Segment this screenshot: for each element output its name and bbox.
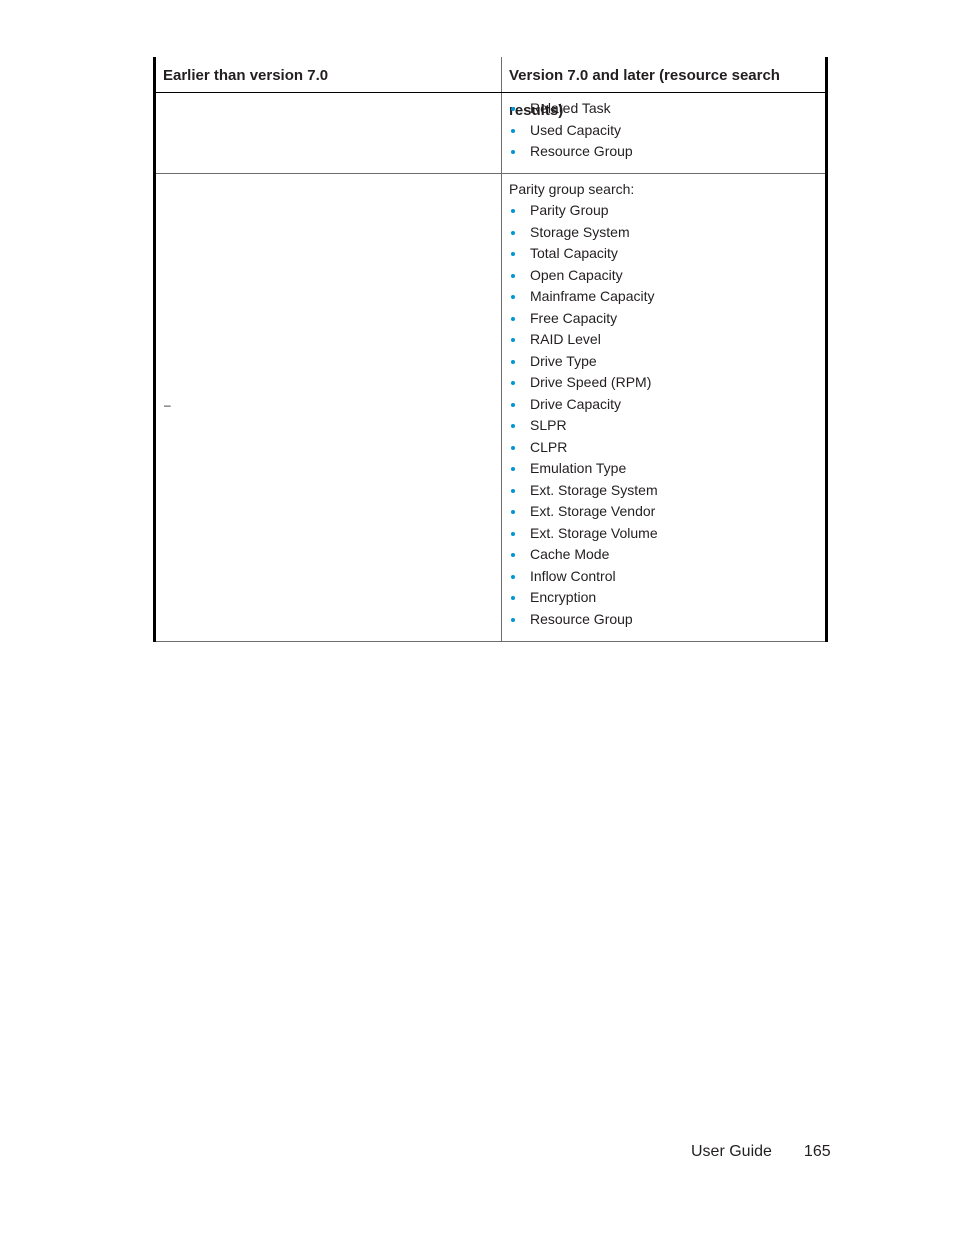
list-item-text: Used Capacity (530, 121, 622, 138)
list-item: Ext. Storage Volume (509, 523, 825, 545)
bullet-icon (511, 510, 515, 514)
list-item: Encryption (509, 587, 825, 609)
list-item-text: Free Capacity (530, 309, 618, 326)
list-item-text: Storage System (530, 223, 630, 240)
list-item: Resource Group (509, 141, 825, 163)
list-item: Open Capacity (509, 265, 825, 287)
later-version-cell: Parity group search: Parity Group Storage… (502, 174, 825, 642)
list-item-text: Ext. Storage System (530, 481, 658, 498)
bullet-icon (511, 252, 515, 256)
bullet-icon (511, 128, 515, 133)
list-item: Drive Type (509, 351, 825, 373)
list-item: Drive Capacity (509, 394, 825, 416)
list-item-text: Related Task (530, 100, 611, 116)
list-item-text: Encryption (530, 589, 597, 605)
list-item: CLPR (509, 437, 825, 459)
list-item-text: Emulation Type (530, 460, 627, 476)
bullet-icon (511, 424, 515, 428)
list-item: Emulation Type (509, 458, 825, 480)
header-earlier-version: Earlier than version 7.0 (156, 57, 502, 92)
bullet-icon (511, 467, 515, 471)
list-item: Ext. Storage Vendor (509, 501, 825, 523)
list-item-text: SLPR (530, 417, 567, 433)
comparison-table: Earlier than version 7.0 Version 7.0 and… (153, 57, 828, 642)
later-version-cell: Related Task Used Capacity Resource Group (502, 93, 825, 173)
list-item: Inflow Control (509, 566, 825, 588)
list-item-text: Drive Type (530, 352, 597, 369)
bullet-icon (511, 359, 515, 364)
list-item: SLPR (509, 415, 825, 437)
table-row: – Parity group search: Parity Group Stora… (156, 173, 825, 642)
list-item: Mainframe Capacity (509, 286, 825, 308)
bullet-icon (511, 531, 515, 536)
list-item-text: Resource Group (530, 610, 633, 627)
parity-group-search-label: Parity group search: (509, 180, 635, 197)
bullet-icon (511, 617, 515, 622)
bullet-icon (511, 150, 515, 154)
list-item-text: Parity Group (530, 202, 609, 218)
list-item-text: Ext. Storage Vendor (530, 503, 656, 519)
list-item-text: Cache Mode (530, 546, 610, 562)
earlier-version-cell (156, 93, 502, 173)
bullet-icon (511, 338, 515, 342)
list-item: Total Capacity (509, 243, 825, 265)
bullet-icon (511, 230, 515, 235)
bullet-icon (511, 209, 515, 213)
list-item-text: Mainframe Capacity (530, 288, 655, 304)
list-item-text: Drive Speed (RPM) (530, 374, 652, 390)
bullet-icon (511, 316, 515, 321)
bullet-icon (511, 596, 515, 600)
bullet-icon (511, 273, 515, 278)
footer-title: User Guide (691, 1143, 772, 1160)
list-item: Related Task (509, 98, 825, 120)
attribute-list: Related Task Used Capacity Resource Group (509, 98, 825, 163)
list-item-text: Total Capacity (530, 245, 618, 261)
list-item: Resource Group (509, 609, 825, 631)
list-item: Cache Mode (509, 544, 825, 566)
earlier-version-cell: – (156, 173, 502, 641)
dash-placeholder: – (164, 397, 171, 412)
list-item-text: RAID Level (530, 331, 601, 347)
list-item-text: Inflow Control (530, 567, 616, 584)
bullet-icon (511, 402, 515, 407)
list-item: Parity Group (509, 200, 825, 222)
list-item: Ext. Storage System (509, 480, 825, 502)
list-item-text: Drive Capacity (530, 395, 622, 412)
list-item: Free Capacity (509, 308, 825, 330)
attribute-list: Parity Group Storage System Total Capacity… (509, 200, 825, 630)
table-row: Related Task Used Capacity Resource Group (156, 93, 825, 174)
page-footer: User Guide 165 (691, 1143, 831, 1161)
bullet-icon (511, 445, 515, 450)
list-item-text: Open Capacity (530, 266, 623, 283)
bullet-icon (511, 488, 515, 493)
list-item-text: Ext. Storage Volume (530, 524, 658, 541)
bullet-icon (511, 553, 515, 557)
list-item: Used Capacity (509, 120, 825, 142)
list-item-text: CLPR (530, 438, 568, 455)
header-version-7-later: Version 7.0 and later (resource search r… (509, 67, 780, 119)
table-header-row: Earlier than version 7.0 Version 7.0 and… (156, 57, 825, 119)
list-item: Drive Speed (RPM) (509, 372, 825, 394)
bullet-icon (511, 574, 515, 579)
bullet-icon (511, 381, 515, 385)
bullet-icon (511, 295, 515, 299)
list-item: RAID Level (509, 329, 825, 351)
page-number: 165 (803, 1143, 831, 1160)
bullet-icon (511, 107, 515, 111)
list-item-text: Resource Group (530, 143, 633, 159)
list-item: Storage System (509, 222, 825, 244)
